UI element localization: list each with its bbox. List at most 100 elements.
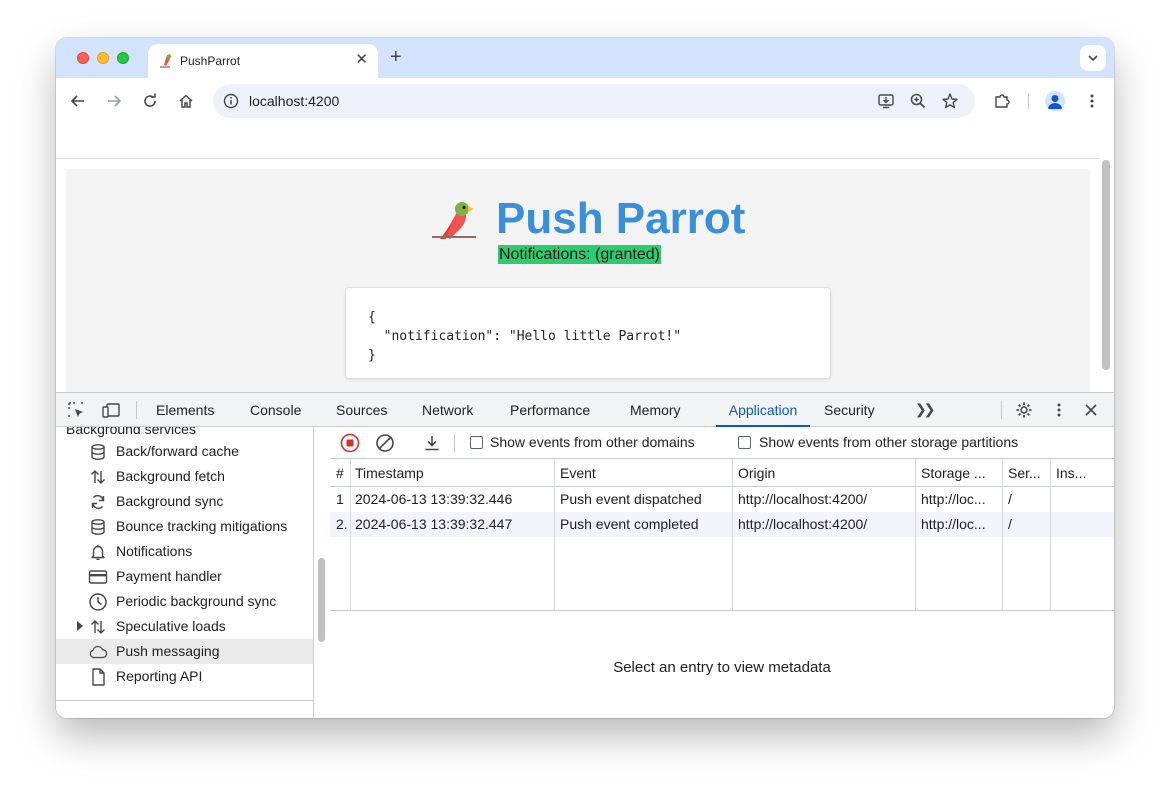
sidebar-item-bounce-tracking[interactable]: Bounce tracking mitigations [56,514,313,539]
inspect-element-icon[interactable] [66,400,86,420]
back-button[interactable] [66,89,90,113]
maximize-window-button[interactable] [117,52,129,64]
more-tabs-icon[interactable]: ❯❯ [915,401,936,418]
devtools-panel: Elements Console Sources Network Perform… [56,392,1114,718]
tab-application[interactable]: Application [716,393,810,427]
column-header-timestamp[interactable]: Timestamp [355,465,550,481]
record-button[interactable] [340,433,360,453]
arrows-updown-icon [88,467,108,487]
extensions-button[interactable] [990,89,1014,113]
download-button[interactable] [422,433,442,453]
cell-event: Push event completed [560,516,699,532]
clear-button[interactable] [375,433,395,453]
more-vertical-icon [1090,94,1094,108]
forward-button[interactable] [102,89,126,113]
application-sidebar: Background services Back/forward cache B… [56,427,314,718]
settings-gear-icon[interactable] [1014,400,1034,420]
zoom-icon[interactable] [909,92,927,110]
tabbar-divider [136,401,137,419]
tab-sources[interactable]: Sources [336,393,387,427]
cell-service-worker: / [1008,491,1012,507]
cell-index: 1 [336,491,344,507]
sidebar-item-reporting-api[interactable]: Reporting API [56,664,313,689]
cell-origin: http://localhost:4200/ [738,491,868,507]
toolbar-divider [454,434,455,452]
table-row[interactable]: 1 2024-06-13 13:39:32.446 Push event dis… [330,487,1114,512]
column-header-service-worker[interactable]: Ser... [1008,465,1050,481]
cell-service-worker: / [1008,516,1012,532]
events-table: # Timestamp Event Origin Storage ... Ser… [330,459,1114,611]
close-devtools-icon[interactable] [1081,400,1101,420]
cell-event: Push event dispatched [560,491,702,507]
sidebar-item-payment-handler[interactable]: Payment handler [56,564,313,589]
tab-security[interactable]: Security [824,393,875,427]
column-header-origin[interactable]: Origin [738,465,913,481]
sidebar-item-notifications[interactable]: Notifications [56,539,313,564]
tab-elements[interactable]: Elements [156,393,214,427]
tab-network[interactable]: Network [422,393,473,427]
sidebar-item-speculative-loads[interactable]: Speculative loads [56,614,313,639]
sync-icon [88,492,108,512]
column-divider [1050,459,1051,610]
sidebar-divider [56,700,313,701]
table-header: # Timestamp Event Origin Storage ... Ser… [330,459,1114,487]
profile-avatar[interactable] [1045,91,1065,111]
column-divider [915,459,916,610]
device-toolbar-icon[interactable] [101,400,121,420]
notification-status-badge: Notifications: (granted) [498,245,661,264]
sidebar-item-periodic-background-sync[interactable]: Periodic background sync [56,589,313,614]
tab-performance[interactable]: Performance [510,393,590,427]
minimize-window-button[interactable] [97,52,109,64]
column-header-event[interactable]: Event [560,465,730,481]
other-domains-label: Show events from other domains [490,434,695,450]
address-bar[interactable]: localhost:4200 [213,84,975,118]
devtools-menu-icon[interactable] [1049,400,1069,420]
push-messaging-panel: Show events from other domains Show even… [330,427,1114,718]
tab-memory[interactable]: Memory [630,393,681,427]
cell-origin: http://localhost:4200/ [738,516,868,532]
home-icon [179,94,193,108]
tab-close-icon[interactable]: ✕ [355,52,368,68]
card-icon [88,567,108,587]
browser-menu-button[interactable] [1080,89,1104,113]
clear-block-icon [376,434,394,452]
close-window-button[interactable] [77,52,89,64]
column-header-index[interactable]: # [336,465,350,481]
parrot-logo-icon [432,202,476,239]
parrot-favicon-icon [160,54,173,68]
other-domains-checkbox[interactable] [470,436,483,449]
site-info-icon[interactable] [223,93,239,109]
browser-tab[interactable]: PushParrot ✕ [148,44,378,78]
column-header-instance[interactable]: Ins... [1056,465,1106,481]
tab-strip: PushParrot ✕ + [56,38,1114,78]
sidebar-item-push-messaging[interactable]: Push messaging [56,639,313,664]
table-row[interactable]: 2. 2024-06-13 13:39:32.447 Push event co… [330,512,1114,537]
chevron-down-icon [1088,55,1098,62]
cell-index: 2. [336,516,348,532]
sidebar-item-label: Push messaging [116,643,220,659]
arrows-updown-icon [88,617,108,637]
other-partitions-checkbox[interactable] [738,436,751,449]
home-button[interactable] [174,89,198,113]
tab-search-button[interactable] [1080,45,1106,71]
install-app-icon[interactable] [877,92,895,110]
payload-card: { "notification": "Hello little Parrot!"… [345,287,831,379]
reload-button[interactable] [138,89,162,113]
column-divider [554,459,555,610]
cell-timestamp: 2024-06-13 13:39:32.447 [355,516,513,532]
page-title: Push Parrot [496,194,746,243]
page-scrollbar[interactable] [1102,160,1110,370]
sidebar-item-background-sync[interactable]: Background sync [56,489,313,514]
arrow-left-icon [70,95,84,107]
bookmark-star-icon[interactable] [941,92,959,110]
sidebar-scrollbar[interactable] [318,558,325,642]
sidebar-item-label: Periodic background sync [116,593,277,609]
url-text: localhost:4200 [249,93,340,109]
column-header-storage-key[interactable]: Storage ... [921,465,1001,481]
expand-arrow-icon[interactable] [77,621,83,631]
sidebar-item-background-fetch[interactable]: Background fetch [56,464,313,489]
sidebar-item-back-forward-cache[interactable]: Back/forward cache [56,439,313,464]
browser-toolbar: localhost:4200 [56,78,1114,124]
tab-console[interactable]: Console [250,393,301,427]
new-tab-button[interactable]: + [390,47,402,67]
